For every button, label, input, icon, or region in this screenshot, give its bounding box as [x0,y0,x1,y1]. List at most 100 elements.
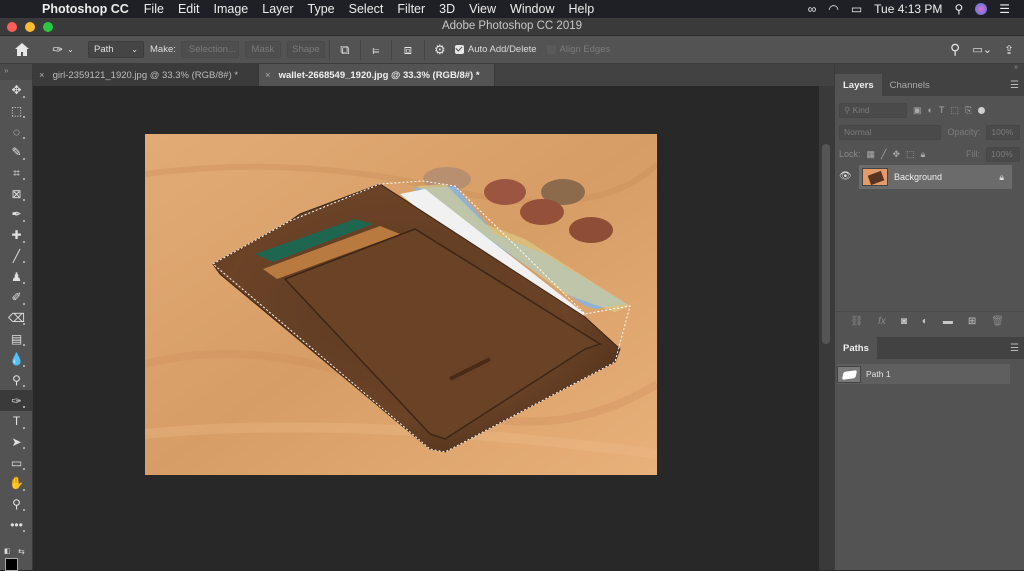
path-name: Path 1 [866,369,891,379]
rectangle-tool[interactable]: ▭ [0,452,33,473]
tab-paths[interactable]: Paths [835,337,877,359]
type-tool[interactable]: T [0,411,33,432]
fill-input[interactable]: 100% [986,146,1020,162]
filter-shape-icon[interactable]: ⬚ [950,105,959,116]
path-arrangement-button[interactable]: ⧈ [396,36,420,64]
siri-icon[interactable] [975,3,988,15]
layer-background[interactable]: 👁︎ Background 🔒︎ [839,165,1012,189]
menu-edit[interactable]: Edit [171,2,207,16]
document-image[interactable] [145,134,657,475]
clock[interactable]: Tue 4:13 PM [874,2,942,16]
creative-cloud-icon[interactable]: ∞ [808,2,817,16]
zoom-tool[interactable]: ⚲ [0,494,33,515]
menu-select[interactable]: Select [342,2,391,16]
wifi-icon[interactable]: ◠ [828,2,838,16]
new-group-icon[interactable]: ▬ [943,316,953,327]
make-selection-button[interactable]: Selection... [180,41,239,58]
menu-view[interactable]: View [462,2,503,16]
default-colors-icon[interactable]: ◧ [4,547,11,555]
foreground-color[interactable] [5,558,18,571]
home-button[interactable] [0,36,44,64]
quick-selection-tool[interactable]: ✎ [0,142,33,163]
menu-window[interactable]: Window [503,2,561,16]
lock-position-icon[interactable]: ✥ [892,149,900,160]
menu-help[interactable]: Help [562,2,602,16]
close-tab-icon[interactable]: × [265,70,271,81]
eyedropper-tool[interactable]: ✒ [0,204,33,225]
blend-mode-select[interactable]: Normal [839,124,942,140]
panel-menu-icon[interactable]: ☰ [1010,80,1019,91]
menu-3d[interactable]: 3D [432,2,462,16]
dodge-tool[interactable]: ⚲ [0,370,33,391]
search-icon[interactable]: ⚲ [950,36,960,64]
tool-mode-select[interactable]: Path ⌄ [88,41,144,58]
visibility-eye-icon[interactable]: 👁︎ [839,171,852,182]
auto-add-delete-checkbox[interactable]: Auto Add/Delete [454,44,537,55]
hand-tool[interactable]: ✋ [0,473,33,494]
layer-filter-select[interactable]: ⚲ Kind [839,102,907,118]
control-center-icon[interactable]: ☰ [999,2,1010,16]
tab-channels[interactable]: Channels [882,74,938,96]
clone-stamp-tool[interactable]: ♟ [0,266,33,287]
new-layer-icon[interactable]: ⊞ [968,316,976,327]
battery-icon[interactable]: ▭ [851,2,862,16]
healing-brush-tool[interactable]: ✚ [0,225,33,246]
tab-layers[interactable]: Layers [835,74,882,96]
path-alignment-button[interactable]: ⫢ [365,36,387,64]
vertical-scrollbar[interactable] [819,86,834,570]
move-tool[interactable]: ✥ [0,80,33,101]
filter-adjustment-icon[interactable]: ◐ [928,105,933,115]
lock-transparent-icon[interactable]: ▦ [867,149,876,160]
filter-smart-object-icon[interactable]: ⎘ [965,105,972,116]
share-icon[interactable]: ⇪ [1004,36,1014,64]
collapse-toolbar-icon[interactable]: » [0,64,32,80]
menu-image[interactable]: Image [207,2,256,16]
make-shape-button[interactable]: Shape [286,41,325,58]
tab-girl-document[interactable]: × girl-2359121_1920.jpg @ 33.3% (RGB/8#)… [33,64,259,86]
collapse-panels-icon[interactable]: » [835,64,1024,74]
path-selection-tool[interactable]: ➤ [0,432,33,453]
swap-colors-icon[interactable]: ⇆ [18,547,25,556]
tab-wallet-document[interactable]: × wallet-2668549_1920.jpg @ 33.3% (RGB/8… [259,64,495,86]
eraser-tool[interactable]: ⌫ [0,308,33,329]
gear-button[interactable]: ⚙ [429,36,451,64]
close-tab-icon[interactable]: × [39,70,45,81]
lasso-tool[interactable]: ◌ [0,121,33,142]
menu-type[interactable]: Type [301,2,342,16]
menu-layer[interactable]: Layer [255,2,300,16]
panel-menu-icon[interactable]: ☰ [1010,343,1019,354]
make-mask-button[interactable]: Mask [244,41,281,58]
path-operations-button[interactable]: ⧉ [334,36,356,64]
menu-file[interactable]: File [137,2,171,16]
layer-style-icon[interactable]: fx [878,316,886,327]
spotlight-search-icon[interactable]: ⚲ [954,2,963,16]
marquee-tool[interactable]: ⬚ [0,101,33,122]
add-mask-icon[interactable]: ◙ [901,316,907,327]
brush-tool[interactable]: ╱ [0,246,33,267]
tool-preset-picker[interactable]: ✑ ⌄ [44,36,82,64]
scrollbar-thumb[interactable] [822,144,830,344]
edit-toolbar[interactable]: ••• [0,514,33,535]
link-layers-icon[interactable]: ⛓ [850,316,863,327]
filter-toggle[interactable] [978,106,986,114]
pen-tool[interactable]: ✑ [0,390,33,411]
lock-all-icon[interactable]: 🔒︎ [921,149,926,160]
lock-image-icon[interactable]: ╱ [881,149,886,160]
app-menu[interactable]: Photoshop CC [40,2,137,16]
path-item[interactable]: Path 1 [837,364,1010,384]
history-brush-icon: ✐ [11,290,22,305]
adjustment-layer-icon[interactable]: ◐ [922,316,928,327]
blur-tool[interactable]: 💧 [0,349,33,370]
crop-tool[interactable]: ⌗ [0,163,33,184]
menu-filter[interactable]: Filter [390,2,432,16]
history-brush-tool[interactable]: ✐ [0,287,33,308]
frame-tool[interactable]: ⊠ [0,183,33,204]
filter-pixel-icon[interactable]: ▣ [913,105,922,116]
align-edges-checkbox[interactable]: Align Edges [546,44,610,55]
gradient-tool[interactable]: ▤ [0,328,33,349]
delete-layer-icon[interactable]: 🗑︎ [991,316,1004,327]
filter-type-icon[interactable]: T [939,105,945,115]
opacity-input[interactable]: 100% [986,124,1020,140]
workspace-switcher[interactable]: ▭⌄ [972,36,992,64]
lock-artboard-icon[interactable]: ⬚ [906,149,915,160]
